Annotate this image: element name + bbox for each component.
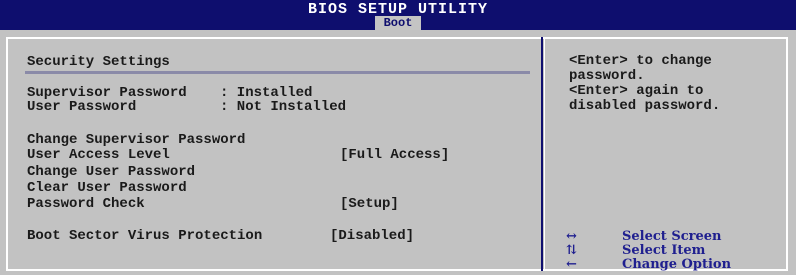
change-option-hint: Change Option — [622, 257, 732, 272]
left-right-arrows-icon: ↔ — [566, 229, 577, 244]
panel-divider — [541, 37, 543, 271]
help-line-4: disabled password. — [569, 98, 721, 114]
select-screen-hint: Select Screen — [622, 229, 722, 244]
section-heading: Security Settings — [27, 54, 170, 70]
change-supervisor-password-item[interactable]: Change Supervisor Password — [27, 133, 245, 147]
supervisor-password-status: : Installed — [220, 85, 313, 101]
left-arrow-icon: ← — [566, 257, 577, 272]
user-password-label: User Password — [27, 99, 137, 115]
user-access-level-item[interactable]: User Access Level — [27, 148, 170, 162]
password-check-value[interactable]: [Setup] — [340, 197, 399, 211]
supervisor-password-label: Supervisor Password — [27, 85, 187, 101]
user-password-status: : Not Installed — [220, 99, 347, 115]
boot-sector-virus-protection-item[interactable]: Boot Sector Virus Protection — [27, 229, 262, 243]
panel-divider-highlight — [544, 37, 545, 271]
user-access-level-value[interactable]: [Full Access] — [340, 148, 449, 162]
clear-user-password-item[interactable]: Clear User Password — [27, 181, 187, 195]
title-bar: BIOS SETUP UTILITY Boot — [0, 0, 796, 30]
password-check-item[interactable]: Password Check — [27, 197, 145, 211]
help-line-3: <Enter> again to — [569, 83, 704, 99]
tab-boot[interactable]: Boot — [375, 16, 421, 30]
change-user-password-item[interactable]: Change User Password — [27, 165, 195, 179]
boot-sector-virus-protection-value[interactable]: [Disabled] — [330, 229, 414, 243]
heading-underline — [25, 71, 530, 74]
help-line-1: <Enter> to change — [569, 53, 712, 69]
select-item-hint: Select Item — [622, 243, 706, 258]
up-down-arrows-icon: ⇅ — [566, 243, 577, 258]
help-line-2: password. — [569, 68, 645, 84]
